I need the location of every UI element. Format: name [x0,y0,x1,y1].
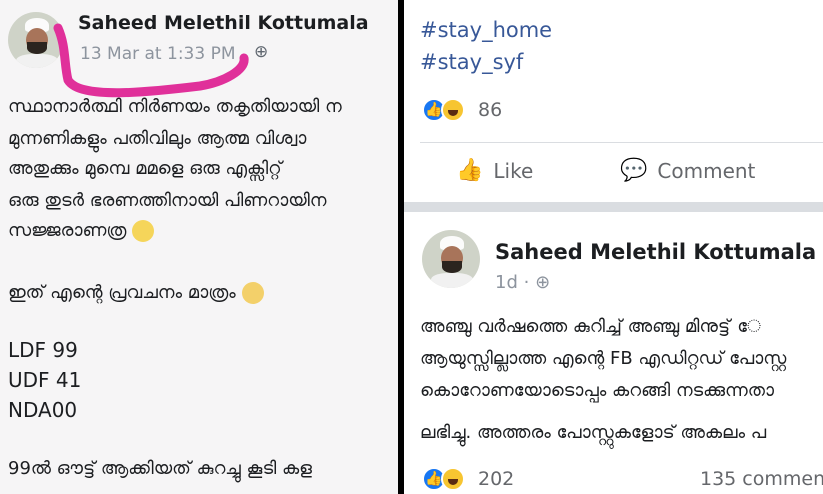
comment-button[interactable]: 💬 Comment [620,158,755,183]
body-line-4: ലഭിച്ചു. അത്തരം പോസ്റ്റുകളോട് അകലം പ [420,422,767,443]
right-post-screenshot: #stay_home #stay_syf 👍 86 👍 Like 💬 Comme… [404,0,823,494]
comment-count[interactable]: 135 commen [700,468,823,490]
reaction-icons[interactable]: 👍 [422,467,465,491]
reaction-count[interactable]: 86 [478,99,502,121]
body-line-2: മുന്നണികളും പതിവിലും ആത്മ വിശ്വാ [8,128,307,149]
hashtag-stay-home[interactable]: #stay_home [420,18,552,42]
post-separator [404,202,823,212]
reaction-icons[interactable]: 👍 [422,98,465,122]
post-meta: 1d · ⊕ [495,272,550,293]
comment-icon: 💬 [620,158,648,183]
body-line-1: സ്ഥാനാർത്ഥി നിർണയം തകൃതിയായി ന [8,96,342,117]
body-line-4: ഒരു തുടർ ഭരണത്തിനായി പിണറായിന [8,190,327,211]
body-line-1: അഞ്ചു വർഷത്തെ കുറിച്ച് അഞ്ചു മിനുട്ട് േ [420,316,762,337]
comment-label: Comment [657,158,756,183]
grimace-emoji-icon [241,282,264,304]
haha-reaction-icon [441,467,465,491]
result-ldf: LDF 99 [8,338,78,362]
author-name[interactable]: Saheed Melethil Kottumala [495,240,816,264]
divider [420,142,823,143]
result-udf: UDF 41 [8,368,82,392]
reaction-count[interactable]: 202 [478,468,514,490]
left-post-screenshot: Saheed Melethil Kottumala 13 Mar at 1:33… [0,0,398,494]
globe-icon: ⊕ [535,272,551,293]
footer-line: 99ൽ ഔട്ട് ആക്കിയത് കുറച്ചു കൂടി കള [8,458,312,479]
prediction-line: ഇത് എന്റെ പ്രവചനം മാത്രം [8,282,236,303]
body-line-5-wrap: സജ്ജരാണത്ര [8,220,155,242]
body-line-3: അതുക്കും മുമ്പെ മമളെ ഒരു എക്സിറ്റ് [8,158,282,179]
body-line-2: ആയുസ്സില്ലാത്ത എന്റെ FB എഡിറ്റഡ് പോസ്റ്റ [420,348,787,369]
separator-dot: · [523,272,530,293]
hashtag-stay-syf[interactable]: #stay_syf [420,50,523,74]
body-line-5: സജ്ജരാണത്ര [8,220,127,241]
smile-emoji-icon [132,220,155,242]
post-timestamp[interactable]: 1d [495,272,518,293]
result-nda: NDA00 [8,398,78,422]
body-line-3: കൊറോണയോടൊപ്പം കറങ്ങി നടക്കുന്നതാ [420,380,775,401]
author-avatar[interactable] [422,230,480,288]
prediction-line-wrap: ഇത് എന്റെ പ്രവചനം മാത്രം [8,282,264,304]
like-button[interactable]: 👍 Like [456,158,533,183]
like-label: Like [493,158,534,183]
thumbs-up-icon: 👍 [456,158,484,183]
haha-reaction-icon [441,98,465,122]
